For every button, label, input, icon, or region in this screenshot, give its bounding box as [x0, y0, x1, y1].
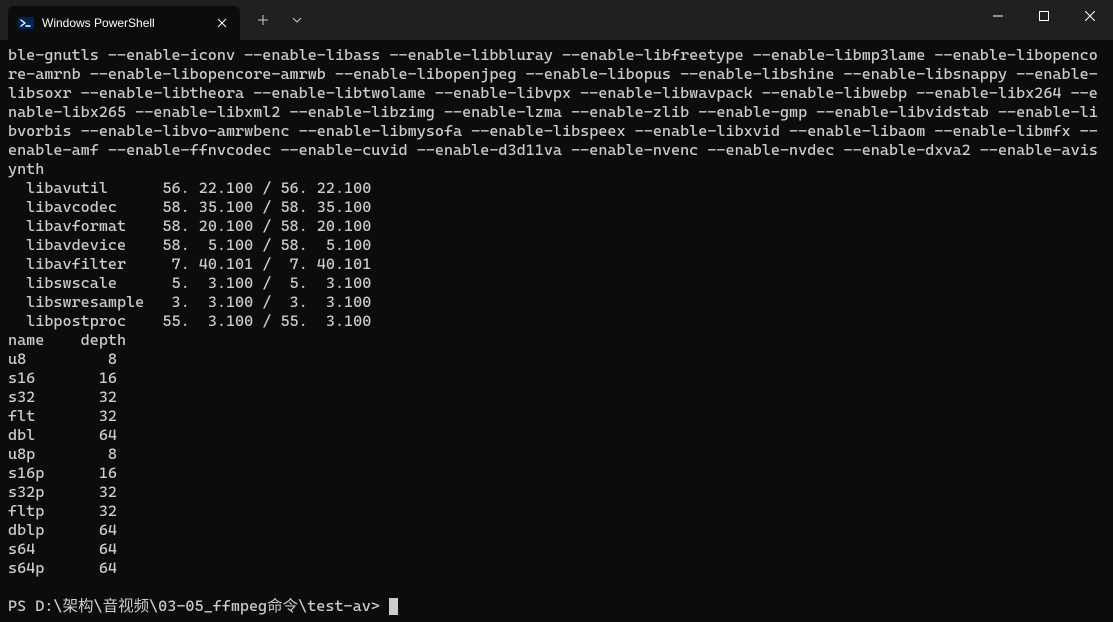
format-line: u8 8: [8, 350, 117, 368]
cursor: [389, 598, 398, 615]
format-line: fltp 32: [8, 502, 117, 520]
minimize-button[interactable]: [975, 0, 1021, 32]
tab-controls: [246, 0, 314, 40]
tab-powershell[interactable]: Windows PowerShell: [8, 6, 240, 40]
new-tab-button[interactable]: [246, 3, 280, 37]
maximize-button[interactable]: [1021, 0, 1067, 32]
tab-title: Windows PowerShell: [42, 16, 214, 30]
titlebar: Windows PowerShell: [0, 0, 1113, 40]
format-line: u8p 8: [8, 445, 117, 463]
tab-dropdown-button[interactable]: [280, 3, 314, 37]
format-line: s64p 64: [8, 559, 117, 577]
lib-line: libswresample 3. 3.100 / 3. 3.100: [8, 293, 371, 311]
lib-line: libavutil 56. 22.100 / 56. 22.100: [8, 179, 371, 197]
format-line: s64 64: [8, 540, 117, 558]
window-controls: [975, 0, 1113, 40]
lib-line: libavfilter 7. 40.101 / 7. 40.101: [8, 255, 371, 273]
format-line: flt 32: [8, 407, 117, 425]
config-line: ble-gnutls --enable-iconv --enable-libas…: [8, 46, 1098, 178]
format-line: dbl 64: [8, 426, 117, 444]
lib-line: libavcodec 58. 35.100 / 58. 35.100: [8, 198, 371, 216]
lib-line: libavdevice 58. 5.100 / 58. 5.100: [8, 236, 371, 254]
tab-close-button[interactable]: [214, 15, 230, 31]
table-header: name depth: [8, 331, 126, 349]
powershell-icon: [18, 15, 34, 31]
prompt: PS D:\架构\音视频\03-05_ffmpeg命令\test-av>: [8, 597, 389, 615]
format-line: s16p 16: [8, 464, 117, 482]
terminal-output[interactable]: ble-gnutls --enable-iconv --enable-libas…: [0, 40, 1113, 622]
format-line: dblp 64: [8, 521, 117, 539]
close-button[interactable]: [1067, 0, 1113, 32]
format-line: s32p 32: [8, 483, 117, 501]
lib-line: libpostproc 55. 3.100 / 55. 3.100: [8, 312, 371, 330]
tab-area: Windows PowerShell: [0, 0, 314, 40]
format-line: s32 32: [8, 388, 117, 406]
format-line: s16 16: [8, 369, 117, 387]
lib-line: libavformat 58. 20.100 / 58. 20.100: [8, 217, 371, 235]
lib-line: libswscale 5. 3.100 / 5. 3.100: [8, 274, 371, 292]
